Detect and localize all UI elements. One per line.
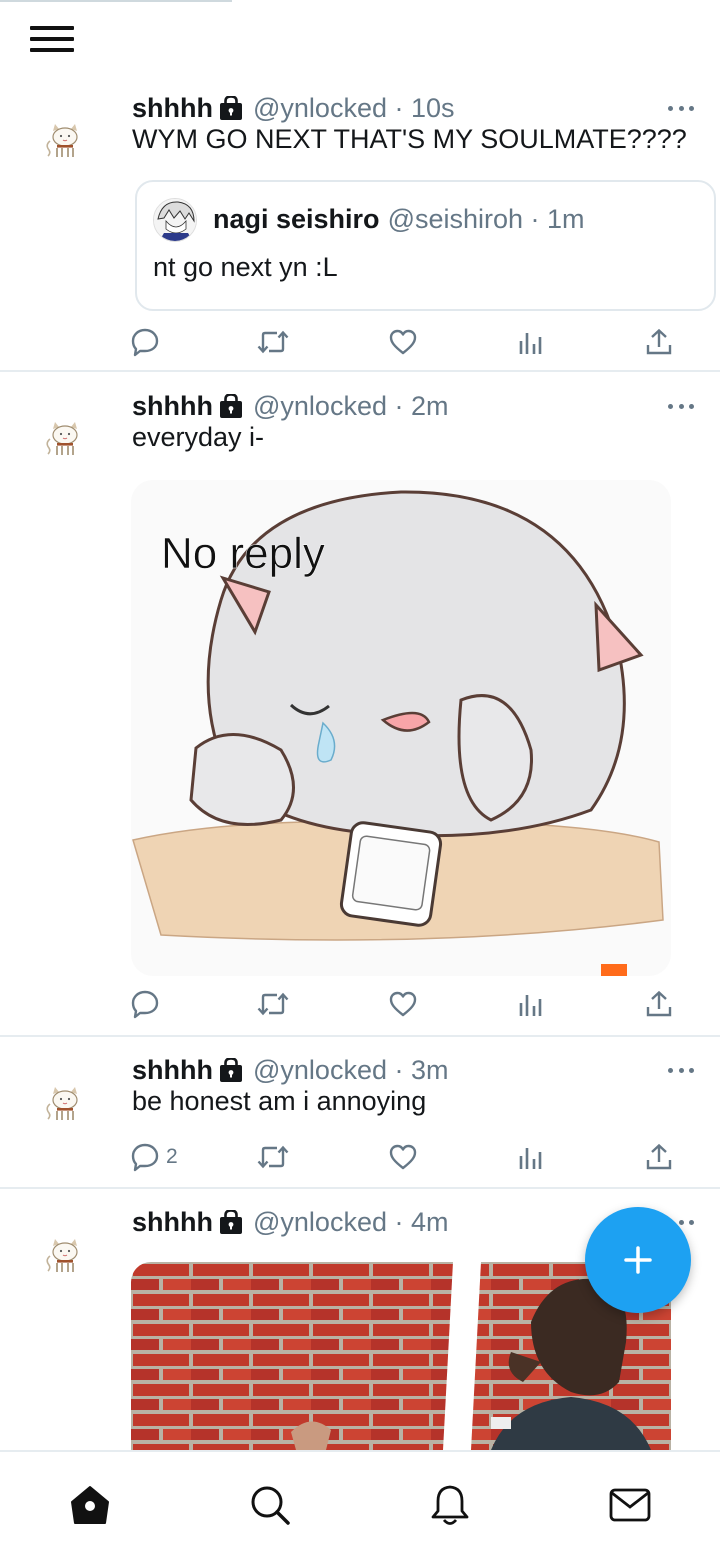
more-options-icon[interactable] xyxy=(664,396,698,416)
quoted-display-name[interactable]: nagi seishiro xyxy=(213,204,380,235)
like-icon xyxy=(388,1142,418,1172)
retweet-button[interactable] xyxy=(256,322,290,362)
share-icon xyxy=(644,327,674,357)
compose-tweet-button[interactable] xyxy=(585,1207,691,1313)
reply-icon xyxy=(130,989,160,1019)
top-bar xyxy=(0,0,720,86)
crying-cat-gif: No reply xyxy=(131,480,671,976)
hamburger-menu-icon[interactable] xyxy=(30,26,76,54)
display-name[interactable]: shhhh xyxy=(132,93,213,124)
tweet-card[interactable]: shhhh @ynlocked · 3m be honest am i anno… xyxy=(0,1037,720,1189)
like-button[interactable] xyxy=(388,1137,418,1177)
avatar[interactable] xyxy=(40,115,90,165)
lock-icon xyxy=(219,1210,243,1234)
share-button[interactable] xyxy=(644,322,674,362)
display-name[interactable]: shhhh xyxy=(132,391,213,422)
retweet-icon xyxy=(256,989,290,1019)
nav-notifications[interactable] xyxy=(425,1480,475,1530)
tweet-actions xyxy=(130,984,690,1024)
top-divider xyxy=(0,0,232,2)
tweet-header: shhhh @ynlocked · 4m xyxy=(132,1205,449,1239)
tweet-card[interactable]: shhhh @ynlocked · 10s WYM GO NEXT THAT'S… xyxy=(0,86,720,372)
tweet-media-image[interactable] xyxy=(131,1262,671,1450)
tweet-media-image[interactable]: No reply xyxy=(131,480,671,976)
tweet-text: be honest am i annoying xyxy=(132,1086,427,1116)
quoted-header: nagi seishiro @seishiroh · 1m xyxy=(213,202,585,236)
share-button[interactable] xyxy=(644,1137,674,1177)
user-handle[interactable]: @ynlocked · 4m xyxy=(253,1207,449,1238)
analytics-button[interactable] xyxy=(516,984,546,1024)
quoted-avatar[interactable] xyxy=(153,198,197,242)
analytics-icon xyxy=(516,327,546,357)
avatar[interactable] xyxy=(40,1078,90,1128)
reply-icon xyxy=(130,1142,160,1172)
like-button[interactable] xyxy=(388,322,418,362)
lock-icon xyxy=(219,394,243,418)
analytics-button[interactable] xyxy=(516,322,546,362)
share-icon xyxy=(644,989,674,1019)
tweet-header: shhhh @ynlocked · 2m xyxy=(132,389,449,423)
share-icon xyxy=(644,1142,674,1172)
retweet-icon xyxy=(256,327,290,357)
home-icon xyxy=(71,1486,109,1524)
analytics-icon xyxy=(516,1142,546,1172)
user-handle[interactable]: @ynlocked · 10s xyxy=(253,93,455,124)
retweet-icon xyxy=(256,1142,290,1172)
tweet-header: shhhh @ynlocked · 10s xyxy=(132,91,455,125)
media-caption: No reply xyxy=(161,529,325,578)
like-icon xyxy=(388,989,418,1019)
reply-button[interactable]: 2 xyxy=(130,1137,178,1177)
lock-icon xyxy=(219,96,243,120)
share-button[interactable] xyxy=(644,984,674,1024)
quoted-tweet[interactable]: nagi seishiro @seishiroh · 1m nt go next… xyxy=(135,180,716,311)
notifications-icon xyxy=(431,1485,469,1525)
retweet-button[interactable] xyxy=(256,984,290,1024)
nav-search[interactable] xyxy=(245,1480,295,1530)
reply-icon xyxy=(130,327,160,357)
more-options-icon[interactable] xyxy=(664,1060,698,1080)
tweet-text: everyday i- xyxy=(132,422,265,452)
user-handle[interactable]: @ynlocked · 3m xyxy=(253,1055,449,1086)
tweet-card[interactable]: shhhh @ynlocked · 2m everyday i- No repl… xyxy=(0,372,720,1037)
reply-button[interactable] xyxy=(130,322,160,362)
reply-button[interactable] xyxy=(130,984,160,1024)
tweet-text: WYM GO NEXT THAT'S MY SOULMATE???? xyxy=(132,124,687,154)
analytics-icon xyxy=(516,989,546,1019)
search-icon xyxy=(251,1486,290,1525)
bottom-navigation xyxy=(0,1450,720,1556)
brick-wall-meme-image xyxy=(131,1262,671,1450)
messages-icon xyxy=(609,1488,651,1522)
like-icon xyxy=(388,327,418,357)
tweet-actions xyxy=(130,322,690,362)
tweet-actions: 2 xyxy=(130,1137,690,1177)
like-button[interactable] xyxy=(388,984,418,1024)
avatar[interactable] xyxy=(40,413,90,463)
reply-count: 2 xyxy=(166,1145,178,1168)
display-name[interactable]: shhhh xyxy=(132,1207,213,1238)
display-name[interactable]: shhhh xyxy=(132,1055,213,1086)
nav-messages[interactable] xyxy=(605,1480,655,1530)
nav-home[interactable] xyxy=(65,1480,115,1530)
tweet-header: shhhh @ynlocked · 3m xyxy=(132,1053,449,1087)
retweet-button[interactable] xyxy=(256,1137,290,1177)
analytics-button[interactable] xyxy=(516,1137,546,1177)
more-options-icon[interactable] xyxy=(664,98,698,118)
user-handle[interactable]: @ynlocked · 2m xyxy=(253,391,449,422)
quoted-handle[interactable]: @seishiroh · 1m xyxy=(388,204,585,235)
lock-icon xyxy=(219,1058,243,1082)
avatar[interactable] xyxy=(40,1230,90,1280)
quoted-text: nt go next yn :L xyxy=(153,252,338,282)
plus-icon xyxy=(624,1246,652,1274)
